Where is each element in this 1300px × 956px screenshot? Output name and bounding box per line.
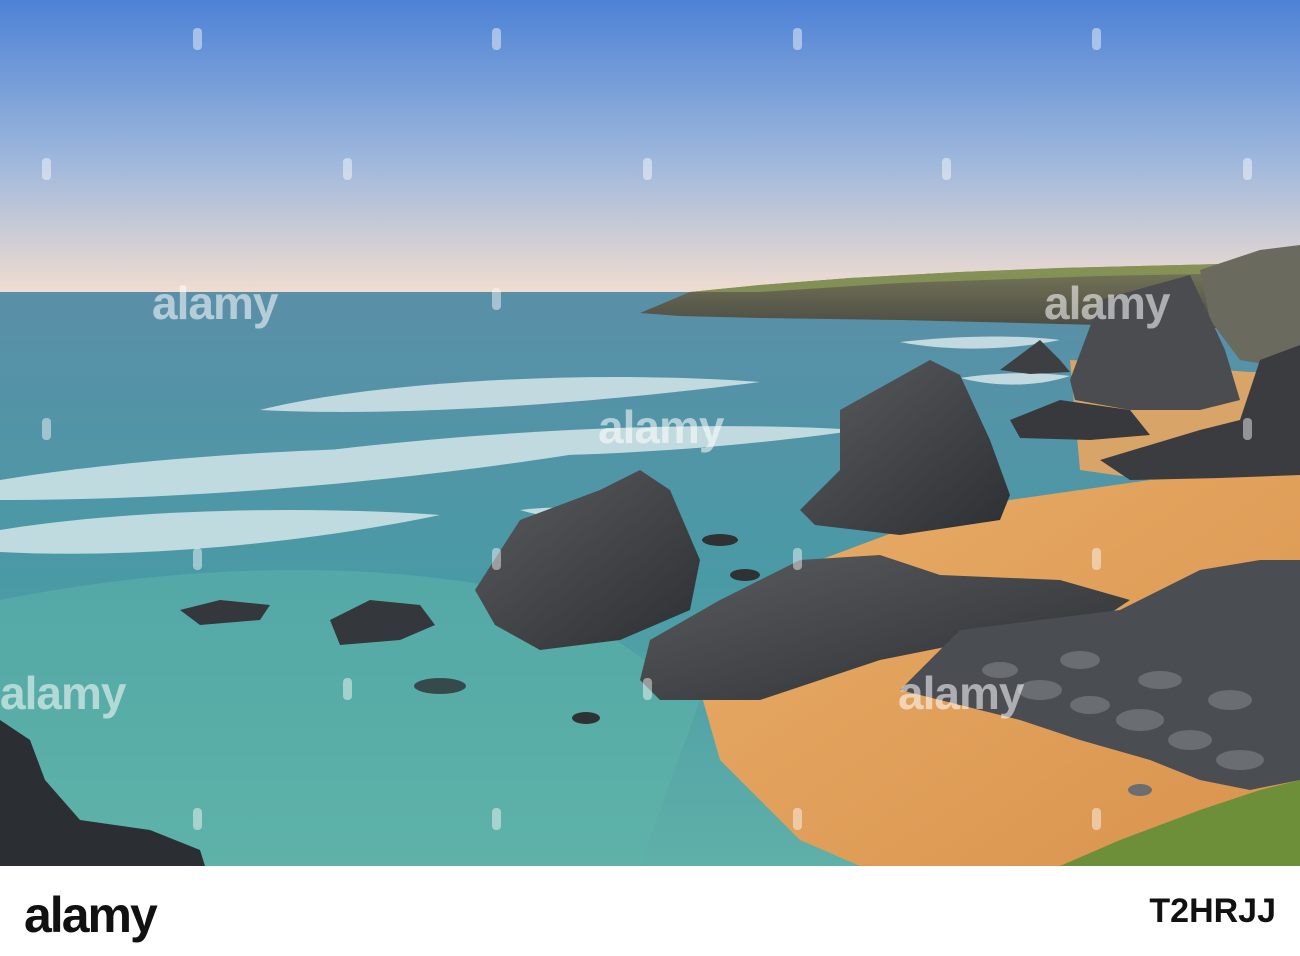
brand-logo[interactable]: alamy bbox=[24, 886, 158, 944]
watermark-mark bbox=[1243, 158, 1252, 180]
watermark-mark bbox=[343, 158, 352, 180]
watermark-mark bbox=[1243, 418, 1252, 440]
watermark-mark bbox=[492, 548, 501, 570]
watermark-mark bbox=[193, 548, 202, 570]
watermark-mark bbox=[492, 288, 501, 310]
watermark-mark bbox=[1092, 808, 1101, 830]
watermark-mark bbox=[793, 548, 802, 570]
coastal-photo: alamy alamy alamy alamy alamy bbox=[0, 0, 1300, 866]
watermark-mark bbox=[942, 158, 951, 180]
watermark-mark bbox=[42, 418, 51, 440]
watermark-mark bbox=[193, 28, 202, 50]
watermark-mark bbox=[492, 808, 501, 830]
watermark-mark bbox=[492, 28, 501, 50]
watermark-mark bbox=[343, 678, 352, 700]
watermark-mark bbox=[42, 158, 51, 180]
watermark-mark bbox=[1092, 28, 1101, 50]
watermark-mark bbox=[793, 28, 802, 50]
watermark-mark bbox=[793, 808, 802, 830]
image-id: T2HRJJ bbox=[1149, 892, 1276, 930]
photo-scene bbox=[0, 0, 1300, 866]
watermark-mark bbox=[643, 158, 652, 180]
stock-photo-viewer: alamy alamy alamy alamy alamy alamy T2HR… bbox=[0, 0, 1300, 956]
watermark-mark bbox=[193, 808, 202, 830]
footer-bar: alamy T2HRJJ bbox=[0, 866, 1300, 956]
watermark-mark bbox=[1092, 548, 1101, 570]
watermark-mark bbox=[643, 678, 652, 700]
